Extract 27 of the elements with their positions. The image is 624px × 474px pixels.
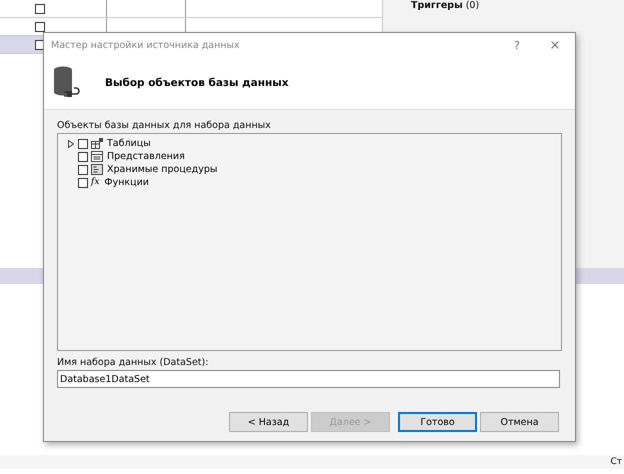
checkbox[interactable] [78, 138, 88, 148]
page-heading: Выбор объектов базы данных [105, 77, 289, 89]
procedure-icon [91, 164, 103, 175]
checkbox[interactable] [35, 4, 45, 14]
table-icon [91, 138, 103, 149]
checkbox[interactable] [78, 178, 88, 188]
help-button[interactable]: ? [503, 35, 531, 55]
dialog-button[interactable]: Готово [398, 412, 477, 432]
checkbox[interactable] [35, 22, 45, 32]
triggers-label: Триггеры (0) [411, 0, 480, 11]
tree-item[interactable]: Функции [104, 177, 149, 188]
expand-icon[interactable] [68, 140, 74, 148]
checkbox[interactable] [78, 164, 88, 174]
tree-label: Объекты базы данных для набора данных [57, 120, 272, 131]
dataset-name-field[interactable]: Database1DataSet [57, 370, 560, 388]
dataset-label: Имя набора данных (DataSet): [57, 357, 210, 368]
dialog-button[interactable]: < Назад [229, 412, 308, 432]
view-icon [91, 151, 103, 162]
tree-item[interactable]: Таблицы [107, 138, 151, 149]
close-button[interactable]: × [541, 35, 569, 55]
checkbox[interactable] [78, 152, 88, 162]
function-icon: fx [91, 177, 100, 188]
tree-item[interactable]: Представления [107, 151, 185, 162]
status-text: Ст [610, 457, 622, 467]
dialog-button[interactable]: Отмена [480, 412, 559, 432]
window-title: Мастер настройки источника данных [51, 40, 241, 50]
tree-item[interactable]: Хранимые процедуры [107, 164, 218, 175]
